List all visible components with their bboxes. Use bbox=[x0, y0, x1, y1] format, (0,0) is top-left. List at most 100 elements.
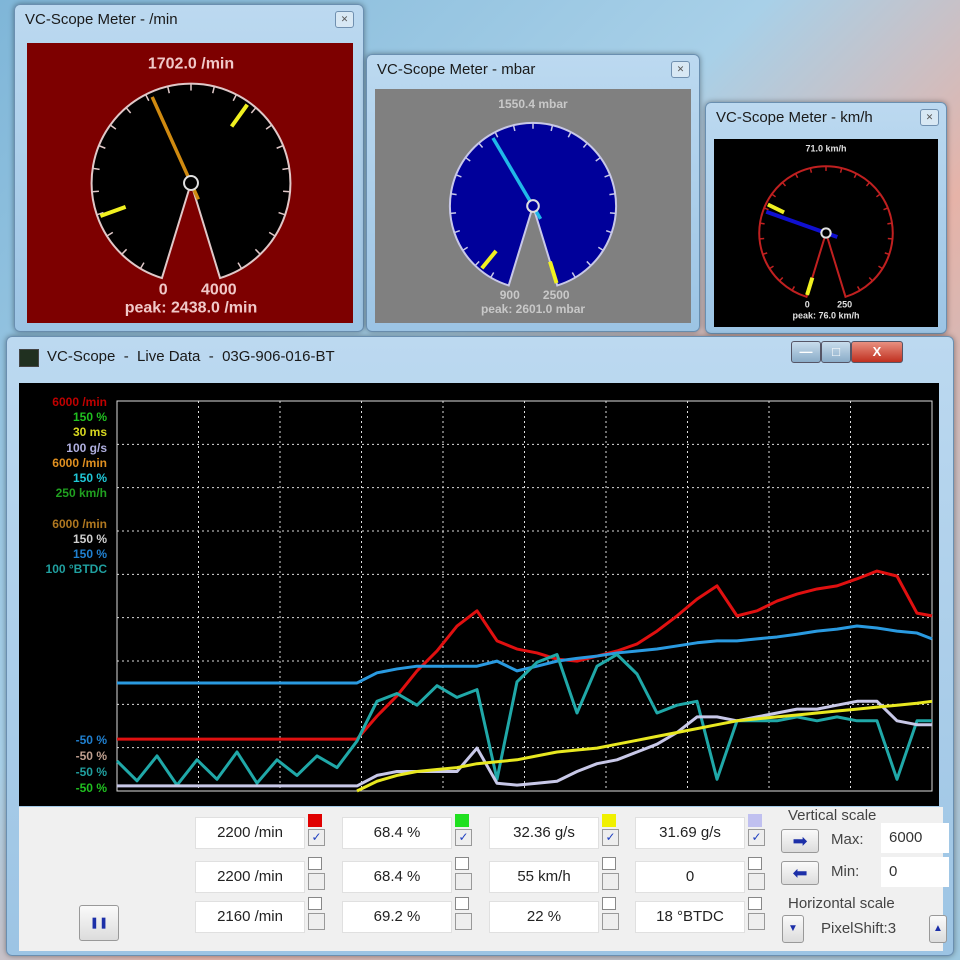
trace-select-checkbox[interactable] bbox=[308, 857, 322, 870]
show-trace-checkbox[interactable] bbox=[748, 873, 765, 890]
dial-tick bbox=[450, 212, 457, 215]
meter-window-kmh[interactable]: VC-Scope Meter - km/h ✕ 71.0 km/h 0 250 pea… bbox=[705, 102, 947, 334]
chevron-up-icon: ▲ bbox=[933, 923, 943, 934]
needle-hub bbox=[526, 199, 540, 213]
trace-select-checkbox[interactable] bbox=[748, 857, 762, 870]
scale-max-label: 4000 bbox=[201, 281, 237, 298]
max-input[interactable]: 6000 bbox=[881, 823, 949, 853]
app-icon bbox=[19, 349, 39, 367]
show-trace-checkbox[interactable] bbox=[748, 913, 765, 930]
meter-face: 1702.0 /min 0 4000 peak: 2438.0 /min bbox=[27, 43, 353, 323]
dial-tick bbox=[91, 190, 99, 193]
close-button[interactable]: X bbox=[851, 341, 903, 363]
peak-reading: peak: 2601.0 mbar bbox=[481, 302, 585, 316]
value-display: 22 % bbox=[489, 901, 599, 933]
scale-min-label: 900 bbox=[500, 288, 520, 302]
trace-select-checkbox[interactable] bbox=[308, 897, 322, 910]
show-trace-checkbox[interactable]: ✓ bbox=[602, 829, 619, 846]
pause-icon: ❚❚ bbox=[89, 917, 109, 929]
value-display: 55 km/h bbox=[489, 861, 599, 893]
show-trace-checkbox[interactable] bbox=[602, 873, 619, 890]
trace-color-swatch[interactable] bbox=[308, 814, 322, 827]
trace-select-checkbox[interactable] bbox=[602, 857, 616, 870]
minimize-button[interactable]: — bbox=[791, 341, 821, 363]
dial-tick bbox=[839, 167, 843, 173]
scale-min-label: 0 bbox=[805, 300, 810, 310]
value-display: 31.69 g/s bbox=[635, 817, 745, 849]
trace-color-swatch[interactable] bbox=[748, 814, 762, 827]
close-button[interactable]: ✕ bbox=[335, 11, 354, 28]
show-trace-checkbox[interactable] bbox=[455, 913, 472, 930]
needle-hub bbox=[183, 175, 199, 191]
pixelshift-value: PixelShift:3 bbox=[821, 920, 897, 937]
scale-down-button[interactable]: ⬅ bbox=[781, 861, 819, 885]
trace-select-checkbox[interactable] bbox=[455, 897, 469, 910]
scale-up-button[interactable]: ➡ bbox=[781, 829, 819, 853]
dial-tick bbox=[283, 190, 291, 193]
meter-reading: 71.0 km/h bbox=[805, 143, 846, 153]
trace-color-swatch[interactable] bbox=[602, 814, 616, 827]
scale-max-label: 2500 bbox=[543, 288, 570, 302]
meter-title: VC-Scope Meter - mbar bbox=[377, 61, 536, 78]
dial-tick bbox=[450, 192, 457, 196]
dial-tick bbox=[282, 167, 290, 171]
pixelshift-down-button[interactable]: ▼ bbox=[782, 915, 804, 943]
min-input[interactable]: 0 bbox=[881, 857, 949, 887]
trace-select-checkbox[interactable] bbox=[748, 897, 762, 910]
max-label: Max: bbox=[831, 831, 864, 848]
meter-face: 71.0 km/h 0 250 peak: 76.0 km/h bbox=[714, 139, 938, 327]
show-trace-checkbox[interactable] bbox=[455, 873, 472, 890]
show-trace-checkbox[interactable] bbox=[602, 913, 619, 930]
meter-face: 1550.4 mbar 900 2500 peak: 2601.0 mbar bbox=[375, 89, 691, 323]
trace-line bbox=[115, 653, 932, 787]
window-title: VC-Scope - Live Data - 03G-906-016-BT bbox=[47, 348, 335, 365]
value-display: 2200 /min bbox=[195, 861, 305, 893]
arrow-right-icon: ➡ bbox=[792, 831, 808, 851]
chevron-down-icon: ▼ bbox=[788, 923, 798, 934]
value-display: 0 bbox=[635, 861, 745, 893]
arrow-left-icon: ⬅ bbox=[792, 863, 808, 883]
dial-tick bbox=[609, 192, 616, 196]
pause-button[interactable]: ❚❚ bbox=[79, 905, 119, 941]
show-trace-checkbox[interactable]: ✓ bbox=[308, 829, 325, 846]
meter-title: VC-Scope Meter - km/h bbox=[716, 109, 873, 126]
maximize-button[interactable]: □ bbox=[821, 341, 851, 363]
value-display: 2160 /min bbox=[195, 901, 305, 933]
peak-reading: peak: 2438.0 /min bbox=[125, 299, 258, 316]
close-button[interactable]: ✕ bbox=[671, 61, 690, 78]
value-display: 69.2 % bbox=[342, 901, 452, 933]
pixelshift-up-button[interactable]: ▲ bbox=[929, 915, 947, 943]
value-display: 18 °BTDC bbox=[635, 901, 745, 933]
show-trace-checkbox[interactable] bbox=[308, 873, 325, 890]
trace-select-checkbox[interactable] bbox=[455, 857, 469, 870]
meter-window-mbar[interactable]: VC-Scope Meter - mbar ✕ 1550.4 mbar 900 25… bbox=[366, 54, 700, 332]
scope-chart bbox=[115, 400, 933, 793]
meter-title: VC-Scope Meter - /min bbox=[25, 11, 178, 28]
value-display: 68.4 % bbox=[342, 817, 452, 849]
peak-reading: peak: 76.0 km/h bbox=[792, 311, 859, 321]
live-data-window: VC-Scope - Live Data - 03G-906-016-BT — … bbox=[6, 336, 954, 956]
value-display: 32.36 g/s bbox=[489, 817, 599, 849]
live-data-plot[interactable]: 6000 /min 150 % 30 ms 100 g/s 6000 /min 150 %… bbox=[19, 383, 939, 806]
value-panel: 2200 /min ✓ 68.4 % ✓ 32.36 g/s ✓ 31.69 g/s ✓ 220… bbox=[19, 807, 949, 951]
close-button[interactable]: ✕ bbox=[920, 109, 939, 126]
trace-select-checkbox[interactable] bbox=[602, 897, 616, 910]
min-label: Min: bbox=[831, 863, 860, 880]
value-display: 2200 /min bbox=[195, 817, 305, 849]
meter-reading: 1702.0 /min bbox=[148, 56, 234, 73]
dial-tick bbox=[809, 167, 813, 173]
vertical-scale-label: Vertical scale bbox=[788, 807, 877, 824]
trace-color-swatch[interactable] bbox=[455, 814, 469, 827]
show-trace-checkbox[interactable] bbox=[308, 913, 325, 930]
meter-reading: 1550.4 mbar bbox=[498, 97, 568, 111]
dial-tick bbox=[759, 222, 765, 225]
scale-max-label: 250 bbox=[837, 300, 852, 310]
dial-tick bbox=[887, 222, 893, 225]
show-trace-checkbox[interactable]: ✓ bbox=[748, 829, 765, 846]
scale-min-label: 0 bbox=[159, 281, 168, 298]
dial-tick bbox=[609, 212, 616, 215]
show-trace-checkbox[interactable]: ✓ bbox=[455, 829, 472, 846]
needle-hub bbox=[820, 227, 832, 239]
meter-window-rpm[interactable]: VC-Scope Meter - /min ✕ 1702.0 /min 0 4000… bbox=[14, 4, 364, 332]
horizontal-scale-label: Horizontal scale bbox=[788, 895, 895, 912]
